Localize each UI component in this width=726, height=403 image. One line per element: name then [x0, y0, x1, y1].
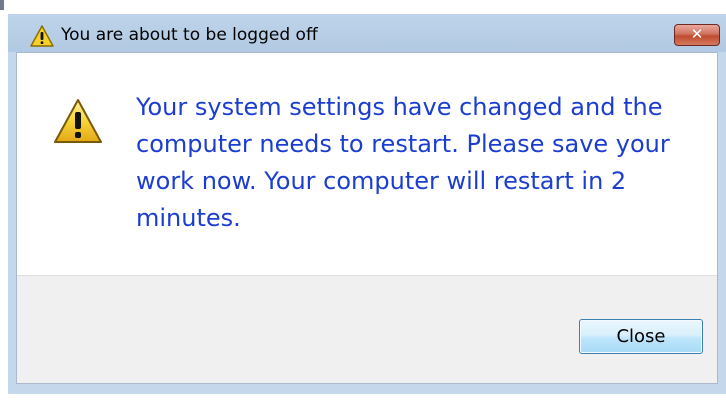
background-artifact: [0, 0, 4, 10]
warning-icon: [30, 25, 54, 47]
logoff-dialog: You are about to be logged off ✕ Your sy…: [8, 14, 726, 394]
title-bar[interactable]: You are about to be logged off ✕: [8, 14, 726, 52]
close-button[interactable]: Close: [579, 319, 703, 354]
close-icon[interactable]: ✕: [674, 24, 720, 46]
message-area: Your system settings have changed and th…: [17, 53, 717, 275]
dialog-title: You are about to be logged off: [61, 25, 318, 45]
warning-icon: [54, 99, 102, 143]
dialog-body: Your system settings have changed and th…: [16, 52, 718, 384]
message-text: Your system settings have changed and th…: [136, 93, 670, 232]
button-bar: Close: [17, 275, 717, 383]
